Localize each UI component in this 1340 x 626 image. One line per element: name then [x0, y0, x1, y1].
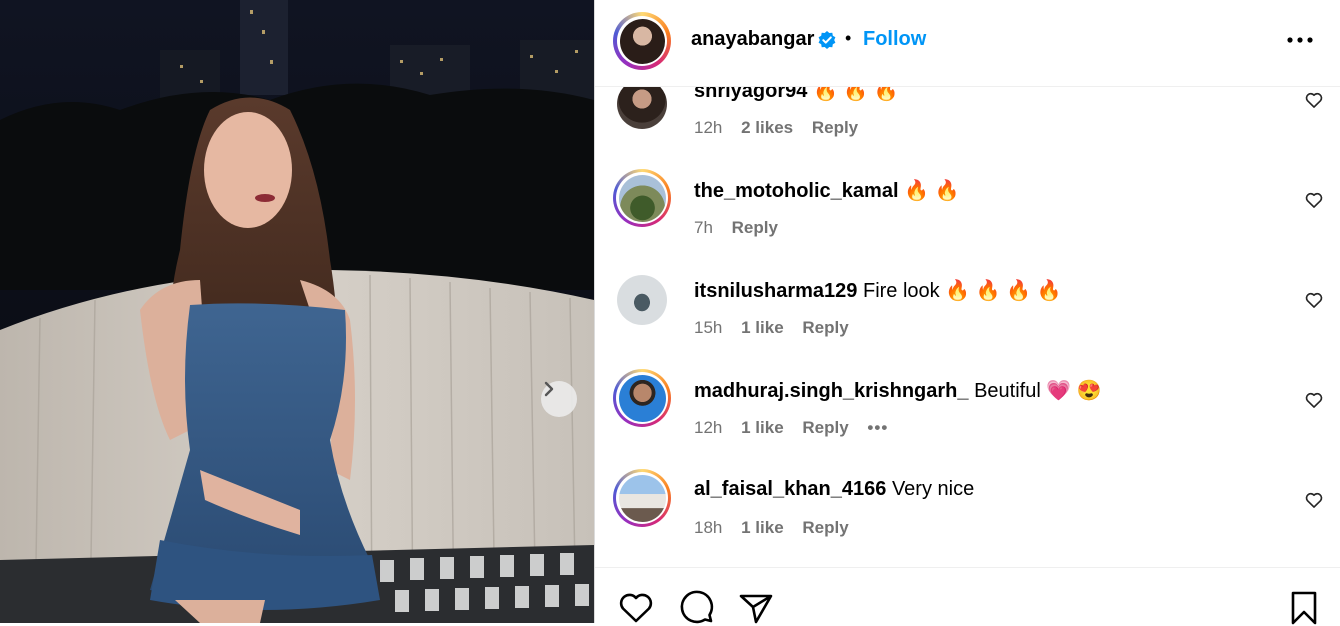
comment-likes[interactable]: 1 like [741, 418, 784, 437]
comment-body: shriyagor94 🔥 🔥 🔥 [694, 87, 899, 103]
reply-button[interactable]: Reply [732, 218, 778, 237]
comment-meta: 7h Reply [694, 218, 792, 238]
comment-body: madhuraj.singh_krishngarh_ Beutiful 💗 😍 [694, 378, 1102, 403]
commenter-avatar[interactable] [613, 369, 671, 427]
comment-bubble-icon[interactable] [678, 588, 716, 626]
next-photo-button[interactable] [541, 381, 577, 417]
comment-meta: 18h 1 like Reply [694, 518, 863, 538]
comment-time: 18h [694, 518, 723, 537]
comment-body: itsnilusharma129 Fire look 🔥 🔥 🔥 🔥 [694, 278, 1062, 303]
actions-divider [595, 567, 1340, 568]
reply-button[interactable]: Reply [812, 118, 858, 137]
separator-dot: • [845, 28, 852, 48]
comment-likes[interactable]: 2 likes [741, 118, 793, 137]
comment-text: 🔥 🔥 🔥 [812, 87, 899, 102]
author-avatar-image [619, 18, 665, 64]
commenter-avatar[interactable] [613, 469, 671, 527]
comment-username[interactable]: itsnilusharma129 [694, 280, 857, 302]
comment-text: Fire look 🔥 🔥 🔥 🔥 [862, 280, 1062, 302]
heart-icon[interactable] [1304, 490, 1324, 510]
comment-item: al_faisal_khan_4166 Very nice 18h 1 like… [595, 463, 1340, 563]
comment-options-icon[interactable]: ••• [867, 418, 888, 437]
post-photo [0, 0, 594, 623]
comment-time: 7h [694, 218, 713, 237]
author-avatar[interactable] [613, 12, 671, 70]
commenter-avatar[interactable] [613, 87, 671, 133]
comment-username[interactable]: al_faisal_khan_4166 [694, 478, 886, 500]
heart-icon[interactable] [1304, 90, 1324, 110]
comment-meta: 12h 2 likes Reply [694, 118, 872, 138]
comment-username[interactable]: shriyagor94 [694, 87, 807, 102]
reply-button[interactable]: Reply [802, 318, 848, 337]
comment-text: 🔥 🔥 [904, 180, 960, 202]
comment-text: Beutiful 💗 😍 [974, 380, 1102, 402]
more-options-icon[interactable] [1285, 30, 1315, 50]
bookmark-icon[interactable] [1285, 588, 1323, 626]
comment-username[interactable]: the_motoholic_kamal [694, 180, 899, 202]
comment-time: 12h [694, 418, 723, 437]
paper-plane-icon[interactable] [737, 588, 775, 626]
comment-meta: 12h 1 like Reply ••• [694, 418, 902, 438]
comment-text: Very nice [891, 478, 975, 500]
heart-icon[interactable] [1304, 190, 1324, 210]
heart-icon[interactable] [1304, 390, 1324, 410]
follow-button[interactable]: Follow [863, 28, 926, 51]
comment-body: al_faisal_khan_4166 Very nice [694, 478, 974, 501]
heart-icon[interactable] [617, 588, 655, 626]
reply-button[interactable]: Reply [802, 518, 848, 537]
comment-item: madhuraj.singh_krishngarh_ Beutiful 💗 😍 … [595, 363, 1340, 463]
post-photo-illustration [0, 0, 594, 623]
comment-likes[interactable]: 1 like [741, 318, 784, 337]
heart-icon[interactable] [1304, 290, 1324, 310]
comment-item: the_motoholic_kamal 🔥 🔥 7h Reply [595, 163, 1340, 263]
post-header: anayabangar • Follow [595, 0, 1340, 87]
author-username[interactable]: anayabangar [691, 28, 814, 51]
comment-likes[interactable]: 1 like [741, 518, 784, 537]
commenter-avatar[interactable] [613, 169, 671, 227]
comment-body: the_motoholic_kamal 🔥 🔥 [694, 178, 959, 203]
comment-item: shriyagor94 🔥 🔥 🔥 12h 2 likes Reply [595, 87, 1340, 163]
reply-button[interactable]: Reply [802, 418, 848, 437]
comment-item: itsnilusharma129 Fire look 🔥 🔥 🔥 🔥 15h 1… [595, 263, 1340, 363]
comment-meta: 15h 1 like Reply [694, 318, 863, 338]
comment-username[interactable]: madhuraj.singh_krishngarh_ [694, 380, 969, 402]
chevron-right-icon [544, 381, 554, 397]
comment-time: 12h [694, 118, 723, 137]
comments-list[interactable]: shriyagor94 🔥 🔥 🔥 12h 2 likes Reply the_… [595, 87, 1340, 567]
verified-badge-icon [818, 31, 836, 49]
post-side-panel: anayabangar • Follow shriyagor94 🔥 🔥 🔥 1… [595, 0, 1340, 626]
commenter-avatar[interactable] [613, 271, 671, 329]
comment-time: 15h [694, 318, 723, 337]
